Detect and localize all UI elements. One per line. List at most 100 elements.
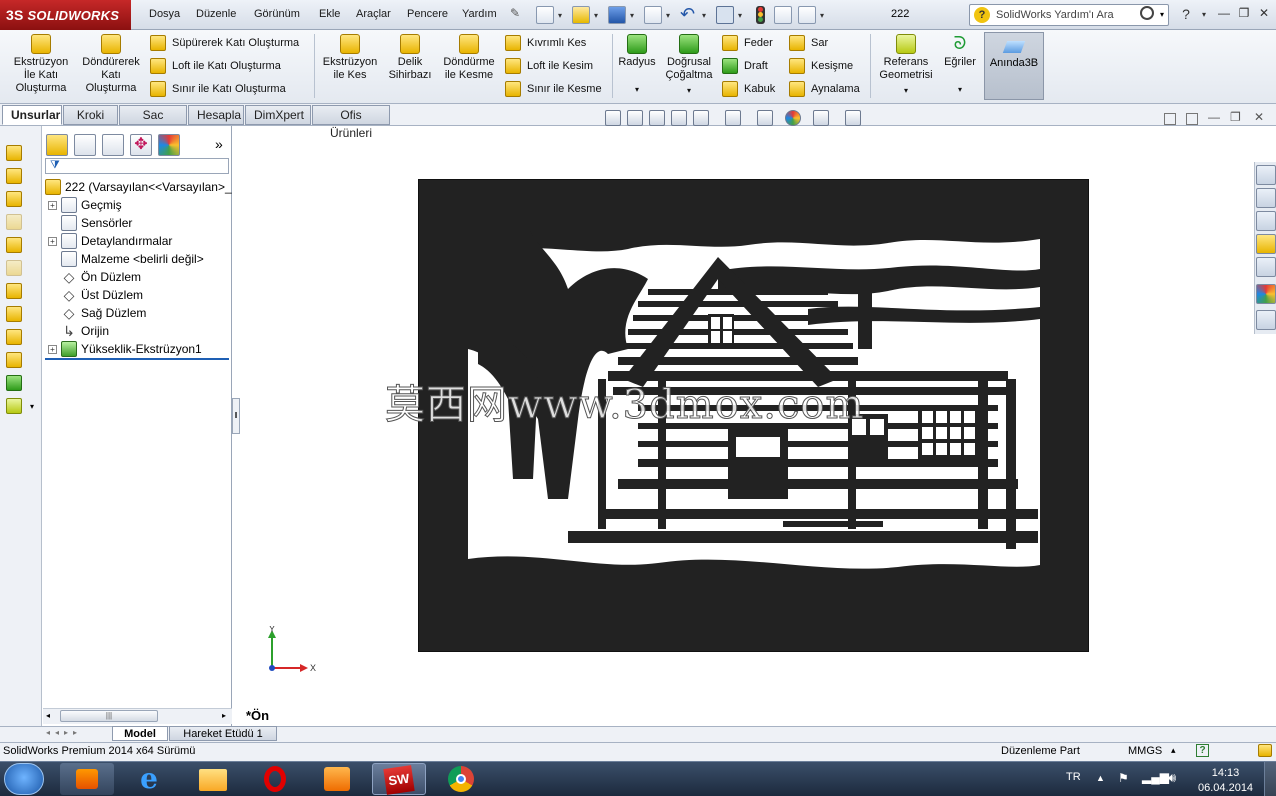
scroll-right-icon[interactable]: ▸ [222,711,226,720]
revolved-cut-button[interactable]: Döndürme ile Kesme [438,32,500,82]
panel-splitter-handle[interactable]: ‖ [232,398,240,434]
extruded-boss-icon[interactable] [6,145,22,161]
internet-explorer-icon[interactable]: e [122,763,176,795]
menu-tools[interactable]: Araçlar [356,8,391,20]
viewport-split-icon[interactable] [1164,113,1176,125]
lofted-boss-button[interactable]: Loft ile Katı Oluşturma [150,58,281,74]
tab-sketch[interactable]: Kroki [63,105,118,125]
tree-item[interactable]: Malzeme <belirli değil> [48,250,204,268]
menu-view[interactable]: Görünüm [254,8,300,20]
options-caret-icon[interactable]: ▾ [820,11,824,20]
viewport-minimize-icon[interactable]: — [1208,110,1220,124]
linear-pattern-button[interactable]: Doğrusal Çoğaltma ▾ [662,32,716,97]
curves-button[interactable]: ᘐ Eğriler ▾ [940,32,980,96]
linear-pattern-caret-icon[interactable]: ▾ [662,84,716,97]
shell-icon[interactable] [6,260,22,276]
tray-expand-icon[interactable]: ▲ [1096,773,1105,783]
solidworks-logo[interactable]: 3S SOLIDWORKS [0,0,131,30]
rollback-bar[interactable] [45,358,229,360]
intersect-button[interactable]: Kesişme [789,58,853,74]
solidworks-resources-icon[interactable] [1256,165,1276,185]
search-caret-icon[interactable]: ▾ [1160,10,1164,19]
extruded-cut-icon[interactable] [6,191,22,207]
revolved-boss-button[interactable]: Döndürerek Katı Oluşturma [78,32,144,95]
pin-icon[interactable]: ✎ [510,6,524,22]
menu-help[interactable]: Yardım [462,8,497,20]
zoom-to-fit-icon[interactable] [605,110,621,126]
custom-properties-icon[interactable] [1256,310,1276,330]
close-icon[interactable]: ✕ [1254,6,1274,22]
tree-item[interactable]: ◇ Sağ Düzlem [48,304,147,322]
tab-motion-study[interactable]: Hareket Etüdü 1 [169,726,277,741]
file-properties-icon[interactable] [774,6,792,24]
tree-item[interactable]: + Detaylandırmalar [48,232,172,250]
shell-button[interactable]: Kabuk [722,81,775,97]
configuration-manager-tab-icon[interactable] [102,134,124,156]
taskbar-clock[interactable]: 14:13 06.04.2014 [1198,766,1253,796]
wrap-icon[interactable] [6,375,22,391]
tree-item[interactable]: ◇ Üst Düzlem [48,286,143,304]
tree-item[interactable]: + Geçmiş [48,196,122,214]
boundary-cut-button[interactable]: Sınır ile Kesme [505,81,602,97]
edit-appearance-icon[interactable] [785,110,801,126]
options-icon[interactable] [798,6,816,24]
zoom-to-area-icon[interactable] [627,110,643,126]
feature-filter-input[interactable]: ⧩ [45,158,229,174]
reference-geometry-caret-icon[interactable]: ▾ [30,402,34,411]
minimize-icon[interactable]: — [1214,6,1234,22]
print-icon[interactable] [644,6,662,24]
open-folder-icon[interactable] [572,6,590,24]
folder-icon[interactable] [1256,234,1276,254]
tab-nav-arrows-icon[interactable]: ◂◂▸▸ [46,728,82,737]
rib-icon[interactable] [6,329,22,345]
fillet-icon[interactable] [6,283,22,299]
feature-manager-tab-icon[interactable] [46,134,68,156]
search-icon[interactable] [1140,6,1154,20]
panel-expand-icon[interactable]: » [215,136,223,152]
expand-icon[interactable]: + [48,200,57,210]
menu-file[interactable]: Dosya [149,8,180,20]
select-caret-icon[interactable]: ▾ [738,11,742,20]
scrollbar-thumb[interactable]: ||| [60,710,158,722]
scroll-left-icon[interactable]: ◂ [46,711,50,720]
help-search-input[interactable]: SolidWorks Yardım'ı Ara [969,4,1169,26]
design-library-icon[interactable] [1256,188,1276,208]
tree-root-part[interactable]: 222 (Varsayılan<<Varsayılan>_ [45,178,232,196]
appearances-scenes-icon[interactable] [1256,284,1276,304]
show-desktop-button[interactable] [1264,762,1276,796]
extruded-boss-button[interactable]: Ekstrüzyon İle Katı Oluşturma [8,32,74,95]
tab-evaluate[interactable]: Hesapla [188,105,244,125]
fillet-button[interactable]: Radyus ▾ [616,32,658,96]
move-copy-icon[interactable] [6,214,22,230]
lofted-cut-button[interactable]: Loft ile Kesim [505,58,593,74]
media-player-icon[interactable] [60,763,114,795]
help-menu-caret-icon[interactable]: ▾ [1194,10,1214,26]
open-caret-icon[interactable]: ▾ [594,11,598,20]
tree-item[interactable]: ◇ Ön Düzlem [48,268,141,286]
dimxpert-manager-tab-icon[interactable]: ✥ [130,134,152,156]
rebuild-status-icon[interactable] [1258,744,1272,757]
action-center-icon[interactable]: ⚑ [1118,771,1129,785]
fillet-caret-icon[interactable]: ▾ [616,83,658,96]
outlook-icon[interactable] [310,763,364,795]
reference-geometry-icon[interactable] [6,398,22,414]
undo-icon[interactable]: ↶ [680,5,698,24]
save-icon[interactable] [608,6,626,24]
menu-window[interactable]: Pencere [407,8,448,20]
reference-geometry-caret-icon[interactable]: ▾ [874,84,938,97]
tab-sheet-metal[interactable]: Sac Levha [119,105,187,140]
tab-dimxpert[interactable]: DimXpert [245,105,311,125]
tab-office-products[interactable]: Ofis Ürünleri [312,105,390,140]
tree-item[interactable]: + Yükseklik-Ekstrüzyon1 [48,340,202,358]
draft-button[interactable]: Draft [722,58,768,74]
new-caret-icon[interactable]: ▾ [558,11,562,20]
opera-icon[interactable] [248,763,302,795]
draft-icon[interactable] [6,306,22,322]
chrome-icon[interactable] [434,763,488,795]
hide-show-items-icon[interactable] [757,110,773,126]
curves-caret-icon[interactable]: ▾ [940,83,980,96]
file-explorer-icon[interactable] [186,763,240,795]
volume-icon[interactable]: 🔊︎ [1168,770,1176,786]
reference-geometry-button[interactable]: Referans Geometrisi ▾ [874,32,938,97]
apply-scene-icon[interactable] [813,110,829,126]
